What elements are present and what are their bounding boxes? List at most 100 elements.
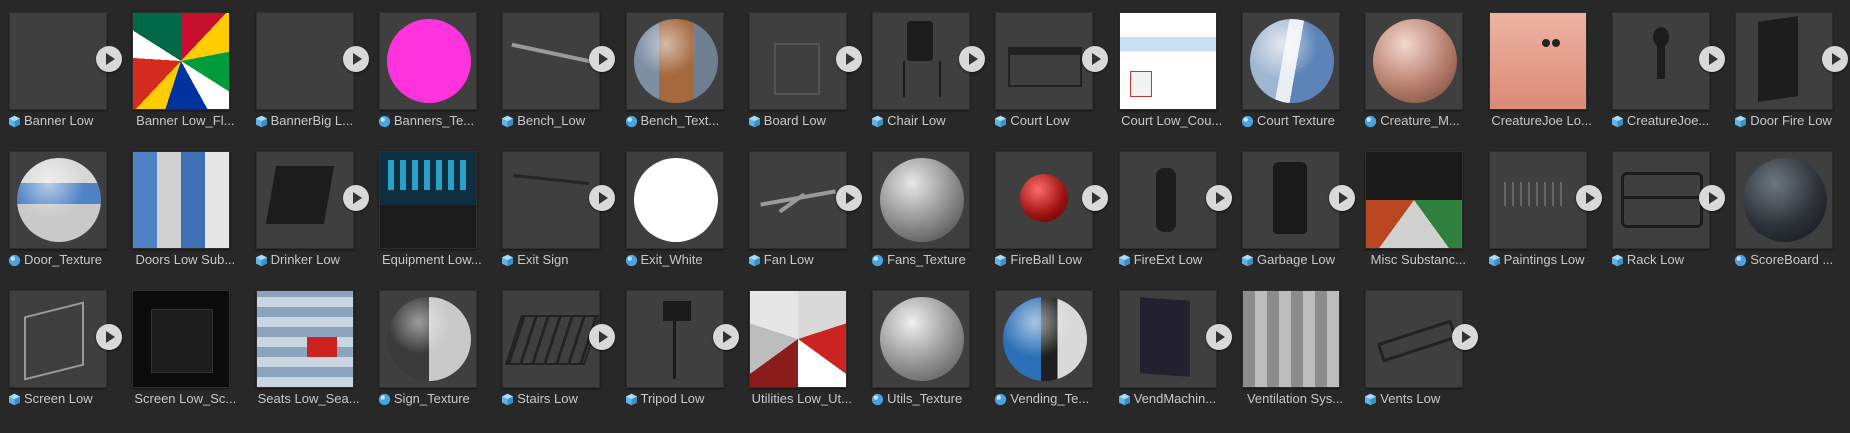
- asset-thumbnail[interactable]: [748, 12, 847, 110]
- asset-tile[interactable]: Drinker Low: [247, 139, 369, 271]
- expand-play-icon[interactable]: [712, 324, 739, 350]
- asset-tile[interactable]: Screen Low_Sc...: [123, 278, 241, 410]
- asset-tile[interactable]: Door Fire Low: [1726, 0, 1849, 132]
- asset-tile[interactable]: FireBall Low: [986, 139, 1109, 271]
- asset-thumbnail[interactable]: [1488, 151, 1587, 249]
- asset-thumbnail[interactable]: [995, 151, 1094, 249]
- asset-tile[interactable]: Court Low_Cou...: [1110, 0, 1228, 132]
- asset-tile[interactable]: Utilities Low_Ut...: [740, 278, 858, 410]
- asset-thumbnail[interactable]: [872, 290, 971, 388]
- asset-thumbnail[interactable]: [1118, 12, 1217, 110]
- asset-thumbnail[interactable]: [1735, 12, 1834, 110]
- expand-play-icon[interactable]: [1329, 185, 1355, 211]
- asset-tile[interactable]: Chair Low: [863, 0, 986, 132]
- asset-tile[interactable]: Vents Low: [1356, 278, 1479, 410]
- asset-tile[interactable]: Court Texture: [1233, 0, 1351, 132]
- asset-tile[interactable]: Board Low: [740, 0, 862, 132]
- asset-thumbnail[interactable]: [1242, 12, 1340, 110]
- asset-thumbnail[interactable]: [502, 290, 601, 388]
- expand-play-icon[interactable]: [1082, 46, 1109, 72]
- asset-tile[interactable]: Fan Low: [740, 139, 862, 271]
- expand-play-icon[interactable]: [1205, 324, 1232, 350]
- asset-thumbnail[interactable]: [255, 151, 354, 249]
- asset-tile[interactable]: Rack Low: [1603, 139, 1725, 271]
- expand-play-icon[interactable]: [959, 46, 986, 72]
- asset-thumbnail[interactable]: [748, 290, 847, 388]
- asset-thumbnail[interactable]: [502, 151, 601, 249]
- expand-play-icon[interactable]: [1575, 185, 1602, 211]
- asset-thumbnail[interactable]: [625, 151, 724, 249]
- asset-thumbnail[interactable]: [995, 12, 1094, 110]
- asset-tile[interactable]: Equipment Low...: [370, 139, 488, 271]
- asset-tile[interactable]: Bench_Text...: [617, 0, 735, 132]
- asset-thumbnail[interactable]: [1118, 290, 1217, 388]
- asset-thumbnail[interactable]: [1735, 151, 1834, 249]
- expand-play-icon[interactable]: [1452, 324, 1479, 350]
- expand-play-icon[interactable]: [1205, 185, 1232, 211]
- asset-thumbnail[interactable]: [872, 151, 971, 249]
- asset-thumbnail[interactable]: [995, 290, 1094, 388]
- expand-play-icon[interactable]: [589, 185, 616, 211]
- asset-thumbnail[interactable]: [1365, 12, 1464, 110]
- asset-thumbnail[interactable]: [625, 290, 724, 388]
- asset-thumbnail[interactable]: [502, 12, 601, 110]
- asset-tile[interactable]: CreatureJoe...: [1603, 0, 1725, 132]
- expand-play-icon[interactable]: [589, 324, 616, 350]
- asset-tile[interactable]: Doors Low Sub...: [123, 139, 241, 271]
- asset-tile[interactable]: Paintings Low: [1480, 139, 1602, 271]
- expand-play-icon[interactable]: [96, 46, 122, 72]
- asset-thumbnail[interactable]: [1365, 290, 1464, 388]
- asset-tile[interactable]: Ventilation Sys...: [1233, 278, 1351, 410]
- expand-play-icon[interactable]: [342, 46, 369, 72]
- asset-tile[interactable]: Garbage Low: [1233, 139, 1355, 271]
- asset-tile[interactable]: Seats Low_Sea...: [247, 278, 365, 410]
- asset-thumbnail[interactable]: [872, 12, 971, 110]
- asset-thumbnail[interactable]: [378, 290, 477, 388]
- asset-thumbnail[interactable]: [132, 290, 231, 388]
- asset-tile[interactable]: Utils_Texture: [863, 278, 981, 410]
- asset-tile[interactable]: BannerBig L...: [247, 0, 369, 132]
- asset-thumbnail[interactable]: [378, 12, 477, 110]
- asset-thumbnail[interactable]: [1488, 12, 1587, 110]
- asset-thumbnail[interactable]: [748, 151, 847, 249]
- asset-thumbnail[interactable]: [132, 151, 231, 249]
- asset-tile[interactable]: Banner Low: [0, 0, 122, 132]
- asset-tile[interactable]: Exit_White: [617, 139, 735, 271]
- asset-tile[interactable]: Sign_Texture: [370, 278, 488, 410]
- expand-play-icon[interactable]: [1698, 185, 1725, 211]
- asset-tile[interactable]: Creature_M...: [1356, 0, 1474, 132]
- expand-play-icon[interactable]: [342, 185, 369, 211]
- asset-thumbnail[interactable]: [1118, 151, 1217, 249]
- asset-thumbnail[interactable]: [1242, 290, 1340, 388]
- asset-thumbnail[interactable]: [1365, 151, 1464, 249]
- asset-tile[interactable]: Door_Texture: [0, 139, 118, 271]
- asset-tile[interactable]: Screen Low: [0, 278, 122, 410]
- expand-play-icon[interactable]: [835, 46, 862, 72]
- expand-play-icon[interactable]: [1082, 185, 1109, 211]
- asset-thumbnail[interactable]: [9, 12, 107, 110]
- asset-thumbnail[interactable]: [255, 290, 354, 388]
- asset-tile[interactable]: Fans_Texture: [863, 139, 981, 271]
- asset-thumbnail[interactable]: [132, 12, 231, 110]
- asset-tile[interactable]: Vending_Te...: [986, 278, 1104, 410]
- asset-thumbnail[interactable]: [255, 12, 354, 110]
- asset-tile[interactable]: Banners_Te...: [370, 0, 488, 132]
- expand-play-icon[interactable]: [1698, 46, 1725, 72]
- asset-tile[interactable]: FireExt Low: [1110, 139, 1232, 271]
- asset-thumbnail[interactable]: [9, 151, 107, 249]
- asset-thumbnail[interactable]: [1611, 12, 1710, 110]
- asset-tile[interactable]: Banner Low_Fl...: [123, 0, 241, 132]
- expand-play-icon[interactable]: [835, 185, 862, 211]
- asset-tile[interactable]: CreatureJoe Lo...: [1480, 0, 1598, 132]
- expand-play-icon[interactable]: [589, 46, 616, 72]
- asset-thumbnail[interactable]: [9, 290, 107, 388]
- asset-thumbnail[interactable]: [625, 12, 724, 110]
- asset-thumbnail[interactable]: [1242, 151, 1340, 249]
- asset-tile[interactable]: Misc Substanc...: [1356, 139, 1474, 271]
- asset-thumbnail[interactable]: [1611, 151, 1710, 249]
- asset-tile[interactable]: Exit Sign: [493, 139, 616, 271]
- asset-tile[interactable]: Tripod Low: [617, 278, 739, 410]
- expand-play-icon[interactable]: [1822, 46, 1849, 72]
- asset-tile[interactable]: Bench_Low: [493, 0, 616, 132]
- asset-tile[interactable]: Stairs Low: [493, 278, 616, 410]
